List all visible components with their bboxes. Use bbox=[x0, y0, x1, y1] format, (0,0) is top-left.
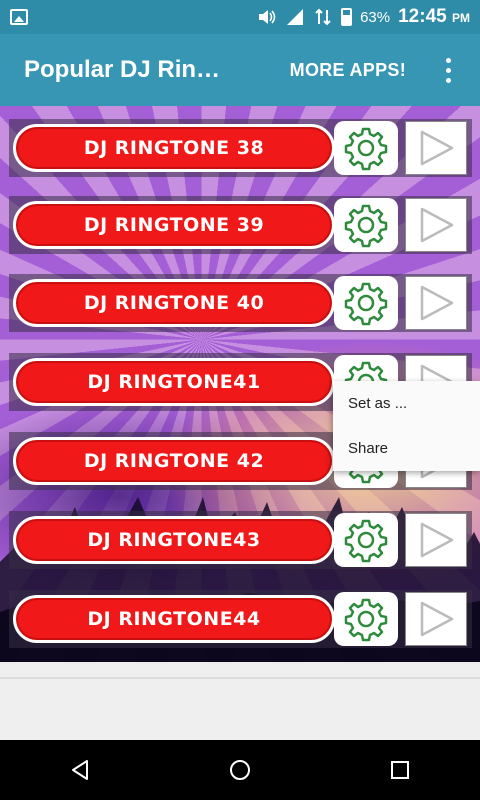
play-icon bbox=[420, 207, 454, 243]
signal-icon bbox=[287, 9, 304, 25]
ringtone-button[interactable]: DJ RINGTONE 39 bbox=[13, 201, 335, 249]
play-button[interactable] bbox=[405, 121, 467, 175]
play-icon bbox=[420, 285, 454, 321]
gear-icon bbox=[344, 598, 388, 642]
volume-icon bbox=[259, 10, 276, 24]
battery-icon bbox=[341, 8, 353, 26]
divider bbox=[0, 677, 480, 679]
menu-item-share[interactable]: Share bbox=[333, 426, 480, 471]
app-bar: Popular DJ Rin… MORE APPS! bbox=[0, 34, 480, 106]
play-button[interactable] bbox=[405, 198, 467, 252]
battery-percent: 63% bbox=[360, 8, 391, 26]
overflow-menu-icon[interactable] bbox=[436, 50, 460, 90]
ringtone-row: DJ RINGTONE 39 bbox=[9, 196, 472, 254]
gear-icon bbox=[344, 282, 388, 326]
ringtone-row: DJ RINGTONE44 bbox=[9, 590, 472, 648]
play-button[interactable] bbox=[405, 513, 467, 567]
ad-banner-area bbox=[0, 662, 480, 740]
ringtone-button[interactable]: DJ RINGTONE 42 bbox=[13, 437, 335, 485]
ringtone-button[interactable]: DJ RINGTONE 38 bbox=[13, 124, 335, 172]
menu-item-set-as[interactable]: Set as ... bbox=[333, 381, 480, 426]
play-button[interactable] bbox=[405, 276, 467, 330]
app-title: Popular DJ Rin… bbox=[24, 56, 221, 83]
popup-menu: Set as ... Share bbox=[333, 381, 480, 471]
play-icon bbox=[420, 522, 454, 558]
ringtone-row: DJ RINGTONE 40 bbox=[9, 274, 472, 332]
ringtone-button[interactable]: DJ RINGTONE41 bbox=[13, 358, 335, 406]
more-apps-button[interactable]: MORE APPS! bbox=[290, 60, 406, 81]
settings-button[interactable] bbox=[334, 592, 398, 646]
back-icon[interactable] bbox=[68, 758, 92, 782]
ringtone-button[interactable]: DJ RINGTONE 40 bbox=[13, 279, 335, 327]
ringtone-row: DJ RINGTONE43 bbox=[9, 511, 472, 569]
image-icon bbox=[10, 9, 28, 25]
settings-button[interactable] bbox=[334, 121, 398, 175]
recents-icon[interactable] bbox=[388, 758, 412, 782]
data-transfer-icon bbox=[315, 8, 331, 26]
settings-button[interactable] bbox=[334, 198, 398, 252]
home-icon[interactable] bbox=[228, 758, 252, 782]
ringtone-row: DJ RINGTONE 38 bbox=[9, 119, 472, 177]
screen: 63% 12:45 PM Popular DJ Rin… MORE APPS! … bbox=[0, 0, 480, 800]
clock-time: 12:45 bbox=[398, 6, 447, 27]
clock-ampm: PM bbox=[452, 11, 470, 25]
ringtone-button[interactable]: DJ RINGTONE43 bbox=[13, 516, 335, 564]
clock: 12:45 PM bbox=[398, 6, 470, 28]
play-icon bbox=[420, 601, 454, 637]
ringtone-button[interactable]: DJ RINGTONE44 bbox=[13, 595, 335, 643]
gear-icon bbox=[344, 204, 388, 248]
gear-icon bbox=[344, 127, 388, 171]
settings-button[interactable] bbox=[334, 513, 398, 567]
gear-icon bbox=[344, 519, 388, 563]
settings-button[interactable] bbox=[334, 276, 398, 330]
navigation-bar bbox=[0, 740, 480, 800]
play-button[interactable] bbox=[405, 592, 467, 646]
play-icon bbox=[420, 130, 454, 166]
status-bar: 63% 12:45 PM bbox=[0, 0, 480, 34]
